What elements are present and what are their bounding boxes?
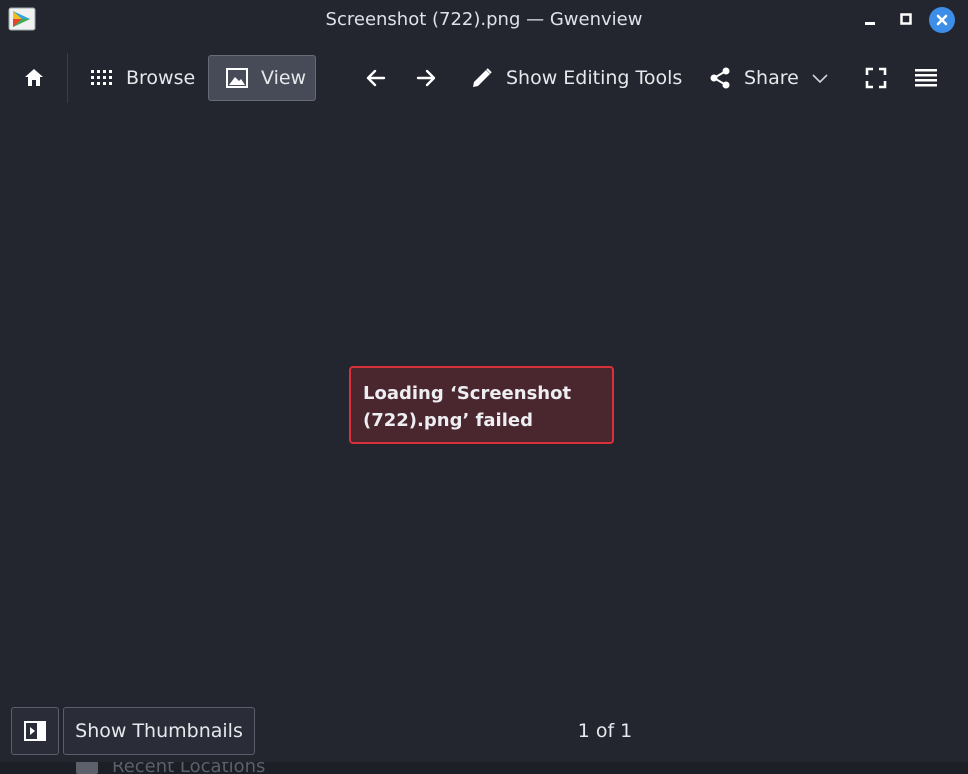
home-button[interactable] bbox=[14, 55, 54, 101]
share-button[interactable]: Share bbox=[698, 55, 839, 101]
fullscreen-icon bbox=[864, 66, 888, 90]
arrow-left-icon bbox=[364, 66, 388, 90]
share-icon bbox=[708, 66, 732, 90]
home-icon bbox=[22, 66, 46, 90]
view-label: View bbox=[261, 67, 307, 89]
show-editing-tools-label: Show Editing Tools bbox=[506, 67, 683, 89]
maximize-button[interactable] bbox=[892, 6, 920, 34]
title-bar[interactable]: Screenshot (722).png — Gwenview bbox=[0, 0, 968, 40]
arrow-right-icon bbox=[414, 66, 438, 90]
background-window-strip: Recent Locations bbox=[0, 762, 968, 774]
show-thumbnails-button[interactable]: Show Thumbnails bbox=[63, 707, 255, 755]
image-position-indicator: 1 of 1 bbox=[577, 720, 633, 742]
background-item-label: Recent Locations bbox=[112, 762, 266, 774]
folder-icon bbox=[76, 762, 98, 774]
show-editing-tools-button[interactable]: Show Editing Tools bbox=[460, 55, 692, 101]
chevron-down-icon bbox=[811, 69, 829, 87]
gwenview-window: Screenshot (722).png — Gwenview Browse V… bbox=[0, 0, 968, 774]
main-toolbar: Browse View Show Editing Tools Share bbox=[0, 48, 968, 108]
view-button[interactable]: View bbox=[208, 55, 316, 101]
error-text: Loading ‘Screenshot (722).png’ failed bbox=[363, 383, 572, 431]
pencil-icon bbox=[470, 66, 494, 90]
previous-image-button[interactable] bbox=[356, 55, 396, 101]
image-icon bbox=[225, 67, 249, 89]
toolbar-separator bbox=[67, 53, 68, 103]
close-icon bbox=[929, 7, 955, 33]
hamburger-menu-icon bbox=[914, 66, 938, 90]
maximize-icon bbox=[899, 11, 913, 30]
browse-button[interactable]: Browse bbox=[80, 55, 205, 101]
next-image-button[interactable] bbox=[406, 55, 446, 101]
minimize-button[interactable] bbox=[856, 6, 884, 34]
window-title: Screenshot (722).png — Gwenview bbox=[325, 9, 643, 30]
main-menu-button[interactable] bbox=[906, 55, 946, 101]
sidebar-toggle-button[interactable] bbox=[11, 707, 59, 755]
browse-label: Browse bbox=[126, 67, 196, 89]
close-button[interactable] bbox=[928, 6, 956, 34]
sidebar-toggle-icon bbox=[23, 719, 47, 743]
background-window-item: Recent Locations bbox=[76, 762, 265, 774]
show-thumbnails-label: Show Thumbnails bbox=[75, 720, 243, 742]
loading-error-message: Loading ‘Screenshot (722).png’ failed bbox=[349, 366, 614, 444]
minimize-icon bbox=[863, 11, 877, 30]
grid-icon bbox=[90, 68, 114, 88]
share-label: Share bbox=[744, 67, 799, 89]
fullscreen-button[interactable] bbox=[856, 55, 896, 101]
